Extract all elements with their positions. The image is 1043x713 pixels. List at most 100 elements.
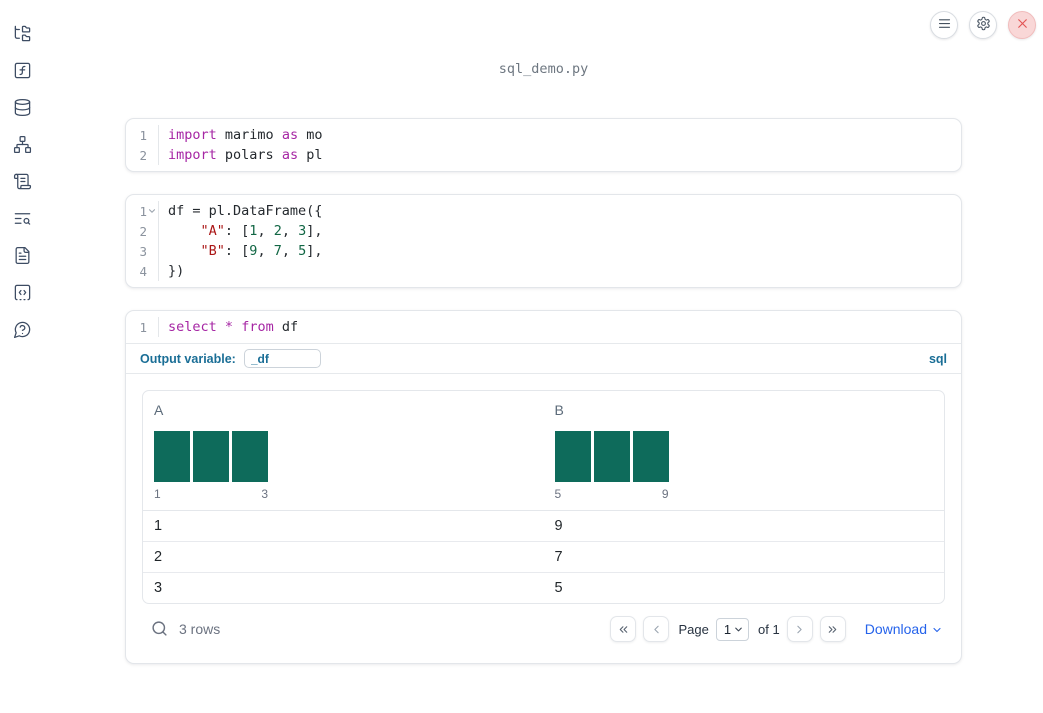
download-button[interactable]: Download <box>865 621 943 637</box>
column-name: B <box>554 402 564 418</box>
row-count: 3 rows <box>179 621 221 637</box>
database-icon <box>13 98 32 120</box>
folder-tree-icon <box>13 24 32 46</box>
pagination: Page 1 of 1 Download <box>610 616 943 642</box>
close-button[interactable] <box>1008 11 1036 39</box>
histogram-max-label: 3 <box>261 487 268 501</box>
help-bubble-icon <box>13 320 32 342</box>
settings-button[interactable] <box>969 11 997 39</box>
column-histogram: 13 <box>154 431 268 501</box>
code-line: }) <box>168 263 185 279</box>
page-number-select[interactable]: 1 <box>715 617 750 641</box>
histogram-max-label: 9 <box>661 487 669 501</box>
menu-button[interactable] <box>930 11 958 39</box>
line-number-gutter: 1 2 3 4 <box>126 201 159 281</box>
table-cell: 9 <box>554 518 563 534</box>
gear-icon <box>976 16 991 34</box>
chevron-down-icon <box>933 627 941 633</box>
output-variable-label: Output variable: <box>140 351 236 366</box>
column-histogram: 59 <box>554 431 669 501</box>
line-number: 3 <box>139 243 147 259</box>
histogram-bar <box>593 431 630 482</box>
table-header-row: A13B59 <box>143 391 944 511</box>
menu-icon <box>937 16 952 34</box>
code-line: "A": [1, 2, 3], <box>200 223 323 239</box>
sidebar-item-outline-search[interactable] <box>13 210 32 229</box>
table-body: 192735 <box>143 511 944 603</box>
histogram-min-label: 5 <box>554 487 562 501</box>
code-line: select * from df <box>168 319 299 335</box>
helper-sidebar <box>0 0 44 713</box>
table-cell: 1 <box>154 518 163 534</box>
line-number-gutter: 1 <box>126 317 159 337</box>
code-line: "B": [9, 7, 5], <box>200 243 323 259</box>
sql-cell-toolbar: Output variable: sql <box>126 343 961 373</box>
code-line: import marimo as mo <box>168 127 323 143</box>
histogram-bar <box>232 431 268 482</box>
previous-page-button[interactable] <box>643 616 670 642</box>
sidebar-item-data-sources[interactable] <box>13 98 32 120</box>
window-controls <box>930 11 1036 39</box>
network-icon <box>13 135 32 157</box>
sidebar-item-help[interactable] <box>13 321 32 340</box>
code-scratchpad-icon <box>13 283 32 305</box>
first-page-button[interactable] <box>610 616 637 642</box>
code-cell-dataframe: 1 2 3 4 df = pl.DataFrame({ "A": [1, 2, 3],… <box>125 194 962 288</box>
language-badge: sql <box>928 351 947 366</box>
sidebar-item-dependencies[interactable] <box>13 135 32 157</box>
scroll-text-icon <box>13 172 32 194</box>
histogram-bar <box>193 431 229 482</box>
output-variable-input[interactable] <box>243 349 321 368</box>
histogram-bar <box>632 431 669 482</box>
code-line: df = pl.DataFrame({ <box>168 203 323 219</box>
code-editor[interactable]: df = pl.DataFrame({ "A": [1, 2, 3], "B":… <box>159 201 323 281</box>
column-header-A[interactable]: A13 <box>143 391 544 510</box>
table-footer: 3 rows Page 1 of 1 Download <box>142 615 945 643</box>
line-number: 2 <box>139 223 147 239</box>
table-cell: 7 <box>554 549 563 565</box>
notebook-cells: 12 import marimo as mo import polars as p… <box>125 118 962 664</box>
histogram-bar <box>554 431 591 482</box>
histogram-bar <box>154 431 190 482</box>
sidebar-item-variables[interactable] <box>13 62 32 81</box>
table-cell: 5 <box>554 580 563 596</box>
line-number-gutter: 12 <box>126 125 159 165</box>
close-icon <box>1015 16 1030 34</box>
sidebar-item-scratchpad[interactable] <box>13 284 32 303</box>
chevron-down-icon <box>735 627 742 631</box>
line-number: 2 <box>139 147 147 163</box>
code-cell-imports: 12 import marimo as mo import polars as p… <box>125 118 962 172</box>
last-page-button[interactable] <box>819 616 846 642</box>
table-row: 19 <box>143 511 944 541</box>
text-search-icon <box>13 209 32 231</box>
notebook-filename[interactable]: sql_demo.py <box>44 61 1043 77</box>
line-number: 4 <box>139 263 147 279</box>
download-label: Download <box>864 621 927 637</box>
sql-cell: 1 select * from df Output variable: sql … <box>125 310 962 664</box>
fold-chevron-icon[interactable] <box>147 206 158 217</box>
line-number: 1 <box>139 203 147 219</box>
file-text-icon <box>13 246 32 268</box>
column-header-B[interactable]: B59 <box>544 391 945 510</box>
sidebar-item-logs[interactable] <box>13 173 32 192</box>
sql-editor[interactable]: select * from df <box>159 317 298 337</box>
page-of-label: of 1 <box>758 621 780 637</box>
table-row: 27 <box>143 541 944 572</box>
next-page-button[interactable] <box>786 616 813 642</box>
search-icon[interactable] <box>151 620 169 638</box>
dataframe-table: A13B59 192735 <box>142 390 945 604</box>
line-number: 1 <box>139 127 147 143</box>
line-number: 1 <box>139 319 147 335</box>
function-square-icon <box>13 61 32 83</box>
code-editor[interactable]: import marimo as mo import polars as pl <box>159 125 322 165</box>
page-label: Page <box>678 621 709 637</box>
table-row: 35 <box>143 572 944 603</box>
sidebar-item-documentation[interactable] <box>13 246 32 268</box>
sidebar-item-file-explorer[interactable] <box>13 25 32 44</box>
